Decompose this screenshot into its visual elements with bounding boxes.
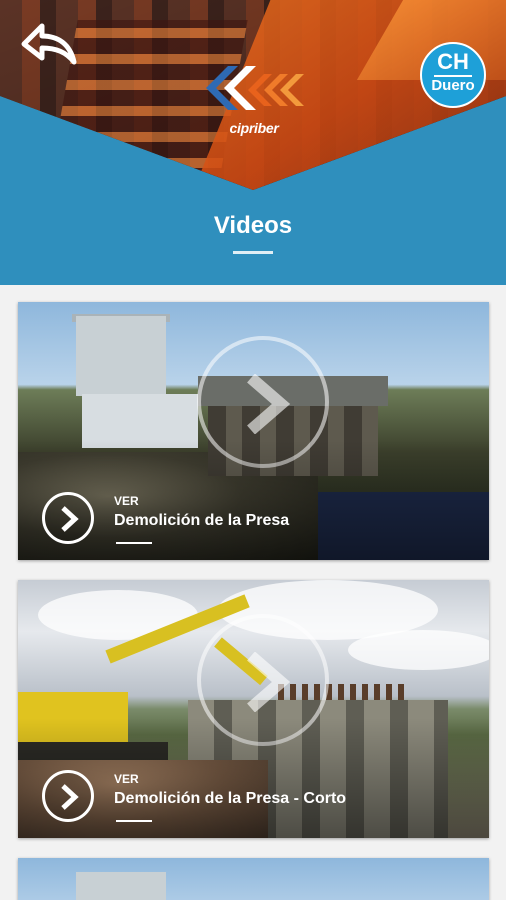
back-button[interactable]	[18, 18, 78, 74]
ver-label: VER	[114, 772, 139, 786]
card-gradient	[18, 718, 489, 838]
ver-label: VER	[114, 494, 139, 508]
title-underline	[116, 820, 152, 822]
play-chevron-icon[interactable]	[42, 770, 94, 822]
badge-top-text: CH	[437, 49, 469, 74]
title-underline	[116, 542, 152, 544]
card-gradient	[18, 440, 489, 560]
page-title: Videos	[213, 212, 293, 239]
brand-name: cipriber	[229, 120, 279, 136]
cipriber-logo: cipriber	[198, 60, 310, 140]
app-header: cipriber CH Duero Videos	[0, 0, 506, 285]
ch-duero-badge[interactable]: CH Duero	[420, 42, 486, 108]
chevrons-logo-icon	[206, 66, 304, 110]
back-arrow-icon	[21, 23, 77, 65]
badge-bottom-text: Duero	[431, 77, 475, 94]
video-thumbnail	[18, 858, 489, 900]
video-title: Demolición de la Presa	[114, 512, 290, 529]
video-card[interactable]: VER Demolición de la Presa - Corto	[18, 580, 489, 838]
video-card[interactable]: VER Demolición de la Presa	[18, 302, 489, 560]
video-card[interactable]	[18, 858, 489, 900]
video-title: Demolición de la Presa - Corto	[114, 790, 347, 807]
play-chevron-icon[interactable]	[42, 492, 94, 544]
title-underline	[233, 251, 273, 254]
